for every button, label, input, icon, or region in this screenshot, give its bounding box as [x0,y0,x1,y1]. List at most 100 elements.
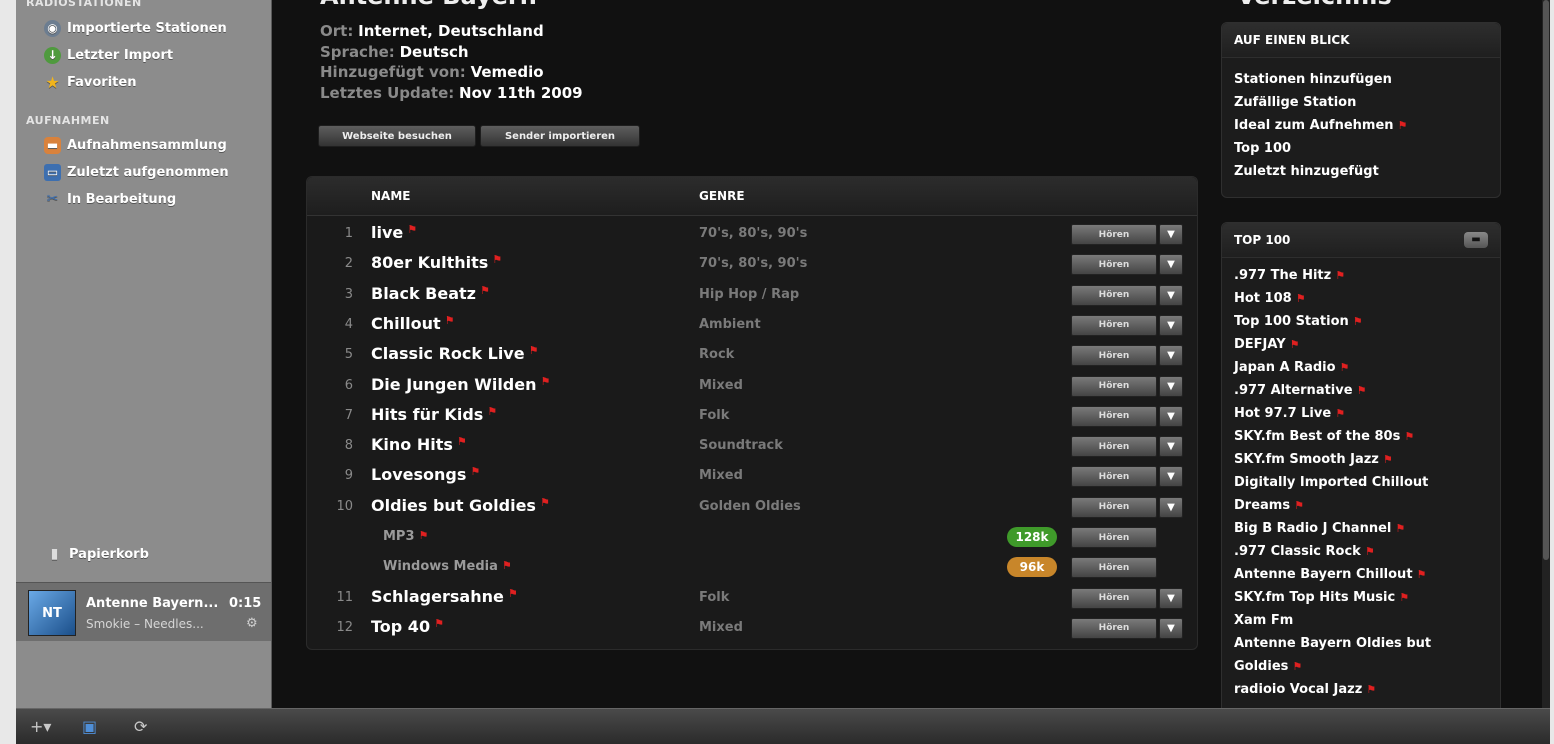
chevron-down-icon[interactable]: ▼ [1159,405,1183,427]
flag-icon[interactable]: ⚑ [445,314,455,327]
top100-link[interactable]: Hot 108 ⚑ [1234,287,1488,310]
table-row[interactable]: 3 Black Beatz ⚑ Hip Hop / Rap Hören ▼ [307,280,1197,310]
listen-button[interactable]: Hören [1071,436,1157,458]
import-station-button[interactable]: Sender importieren [480,125,640,147]
chevron-down-icon[interactable]: ▼ [1159,224,1183,245]
listen-button[interactable]: Hören [1071,375,1157,397]
table-row[interactable]: 12 Top 40 ⚑ Mixed Hören ▼ [307,613,1197,643]
glance-link[interactable]: Zufällige Station [1234,91,1488,114]
flag-icon[interactable]: ⚑ [1340,361,1350,374]
top100-link[interactable]: Xam Fm [1234,609,1488,632]
flag-icon[interactable]: ⚑ [1366,683,1376,696]
top100-link[interactable]: Antenne Bayern Chillout ⚑ [1234,563,1488,586]
flag-icon[interactable]: ⚑ [1335,269,1345,282]
top100-link[interactable]: Japan A Radio ⚑ [1234,356,1488,379]
sidebar-item-letzter-import[interactable]: ↓ Letzter Import [44,43,173,67]
flag-icon[interactable]: ⚑ [1353,315,1363,328]
flag-icon[interactable]: ⚑ [1335,407,1345,420]
flag-icon[interactable]: ⚑ [502,559,512,572]
flag-icon[interactable]: ⚑ [1290,338,1300,351]
flag-icon[interactable]: ⚑ [1417,568,1427,581]
table-row[interactable]: 2 80er Kulthits ⚑ 70's, 80's, 90's Hören ▼ [307,249,1197,279]
sidebar-item-favoriten[interactable]: ★ Favoriten [44,70,136,94]
chevron-down-icon[interactable]: ▼ [1159,375,1183,397]
flag-icon[interactable]: ⚑ [540,496,550,509]
table-row[interactable]: 10 Oldies but Goldies ⚑ Golden Oldies Hören ▼ [307,492,1197,522]
flag-icon[interactable]: ⚑ [407,223,417,236]
sidebar-item-in-bearbeitung[interactable]: ✂ In Bearbeitung [44,187,177,211]
listen-button[interactable]: Hören [1071,587,1157,609]
flag-icon[interactable]: ⚑ [1296,292,1306,305]
glance-link[interactable]: Ideal zum Aufnehmen ⚑ [1234,114,1488,137]
chevron-down-icon[interactable]: ▼ [1159,617,1183,639]
table-row[interactable]: 6 Die Jungen Wilden ⚑ Mixed Hören ▼ [307,371,1197,401]
glance-link[interactable]: Top 100 [1234,137,1488,160]
flag-icon[interactable]: ⚑ [541,375,551,388]
collapse-button[interactable]: ▬ [1464,232,1488,248]
chevron-down-icon[interactable]: ▼ [1159,466,1183,488]
flag-icon[interactable]: ⚑ [1294,499,1304,512]
library-icon[interactable]: ▣ [82,717,97,736]
flag-icon[interactable]: ⚑ [1398,119,1408,132]
listen-button[interactable]: Hören [1071,345,1157,367]
table-row[interactable]: 7 Hits für Kids ⚑ Folk Hören ▼ [307,401,1197,431]
listen-button[interactable]: Hören [1071,496,1157,518]
column-header-name[interactable]: NAME [371,189,410,203]
sidebar-item-aufnahmensammlung[interactable]: ▬ Aufnahmensammlung [44,133,227,157]
chevron-down-icon[interactable]: ▼ [1159,436,1183,458]
now-playing[interactable]: NT Antenne Bayern... 0:15 Smokie – Needl… [16,582,271,641]
top100-link[interactable]: SKY.fm Best of the 80s ⚑ [1234,425,1488,448]
top100-link[interactable]: Hot 97.7 Live ⚑ [1234,402,1488,425]
listen-button[interactable]: Hören [1071,254,1157,276]
chevron-down-icon[interactable]: ▼ [1159,345,1183,367]
shuffle-icon[interactable]: ⟳ [134,717,147,736]
add-icon[interactable]: +▾ [30,717,51,736]
chevron-down-icon[interactable]: ▼ [1159,314,1183,336]
glance-link[interactable]: Zuletzt hinzugefügt [1234,160,1488,183]
flag-icon[interactable]: ⚑ [1292,660,1302,673]
scrollbar-thumb[interactable] [1543,0,1549,560]
flag-icon[interactable]: ⚑ [1399,591,1409,604]
top100-link[interactable]: Antenne Bayern Oldies but [1234,632,1488,655]
flag-icon[interactable]: ⚑ [529,344,539,357]
flag-icon[interactable]: ⚑ [1383,453,1393,466]
listen-button[interactable]: Hören [1071,314,1157,336]
top100-link[interactable]: Dreams ⚑ [1234,494,1488,517]
scrollbar[interactable] [1542,0,1550,708]
listen-button[interactable]: Hören [1071,284,1157,306]
chevron-down-icon[interactable]: ▼ [1159,587,1183,609]
listen-button[interactable]: Hören [1071,405,1157,427]
flag-icon[interactable]: ⚑ [492,253,502,266]
chevron-down-icon[interactable]: ▼ [1159,496,1183,518]
table-row[interactable]: 11 Schlagersahne ⚑ Folk Hören ▼ [307,583,1197,613]
table-row[interactable]: 4 Chillout ⚑ Ambient Hören ▼ [307,310,1197,340]
chevron-down-icon[interactable]: ▼ [1159,284,1183,306]
gear-icon[interactable]: ⚙ [246,616,258,631]
flag-icon[interactable]: ⚑ [508,587,518,600]
top100-link[interactable]: DEFJAY ⚑ [1234,333,1488,356]
glance-link[interactable]: Stationen hinzufügen [1234,68,1488,91]
top100-link[interactable]: .977 The Hitz ⚑ [1234,264,1488,287]
flag-icon[interactable]: ⚑ [480,284,490,297]
flag-icon[interactable]: ⚑ [457,435,467,448]
top100-link[interactable]: Big B Radio J Channel ⚑ [1234,517,1488,540]
flag-icon[interactable]: ⚑ [1395,522,1405,535]
listen-button[interactable]: Hören [1071,557,1157,579]
table-row[interactable]: 5 Classic Rock Live ⚑ Rock Hören ▼ [307,340,1197,370]
chevron-down-icon[interactable]: ▼ [1159,254,1183,276]
top100-link[interactable]: Digitally Imported Chillout [1234,471,1488,494]
flag-icon[interactable]: ⚑ [1404,430,1414,443]
table-row[interactable]: 8 Kino Hits ⚑ Soundtrack Hören ▼ [307,431,1197,461]
table-row[interactable]: 9 Lovesongs ⚑ Mixed Hören ▼ [307,461,1197,491]
stream-row[interactable]: MP3 ⚑ 128k Hören [307,522,1197,552]
top100-link[interactable]: .977 Classic Rock ⚑ [1234,540,1488,563]
sidebar-item-importierte-stationen[interactable]: ◉ Importierte Stationen [44,16,227,40]
listen-button[interactable]: Hören [1071,527,1157,548]
listen-button[interactable]: Hören [1071,466,1157,488]
flag-icon[interactable]: ⚑ [419,529,429,542]
sidebar-item-papierkorb[interactable]: ▮ Papierkorb [46,542,149,566]
stream-row[interactable]: Windows Media ⚑ 96k Hören [307,552,1197,582]
top100-link[interactable]: radioio Vocal Jazz ⚑ [1234,678,1488,701]
top100-link[interactable]: SKY.fm Top Hits Music ⚑ [1234,586,1488,609]
listen-button[interactable]: Hören [1071,617,1157,639]
